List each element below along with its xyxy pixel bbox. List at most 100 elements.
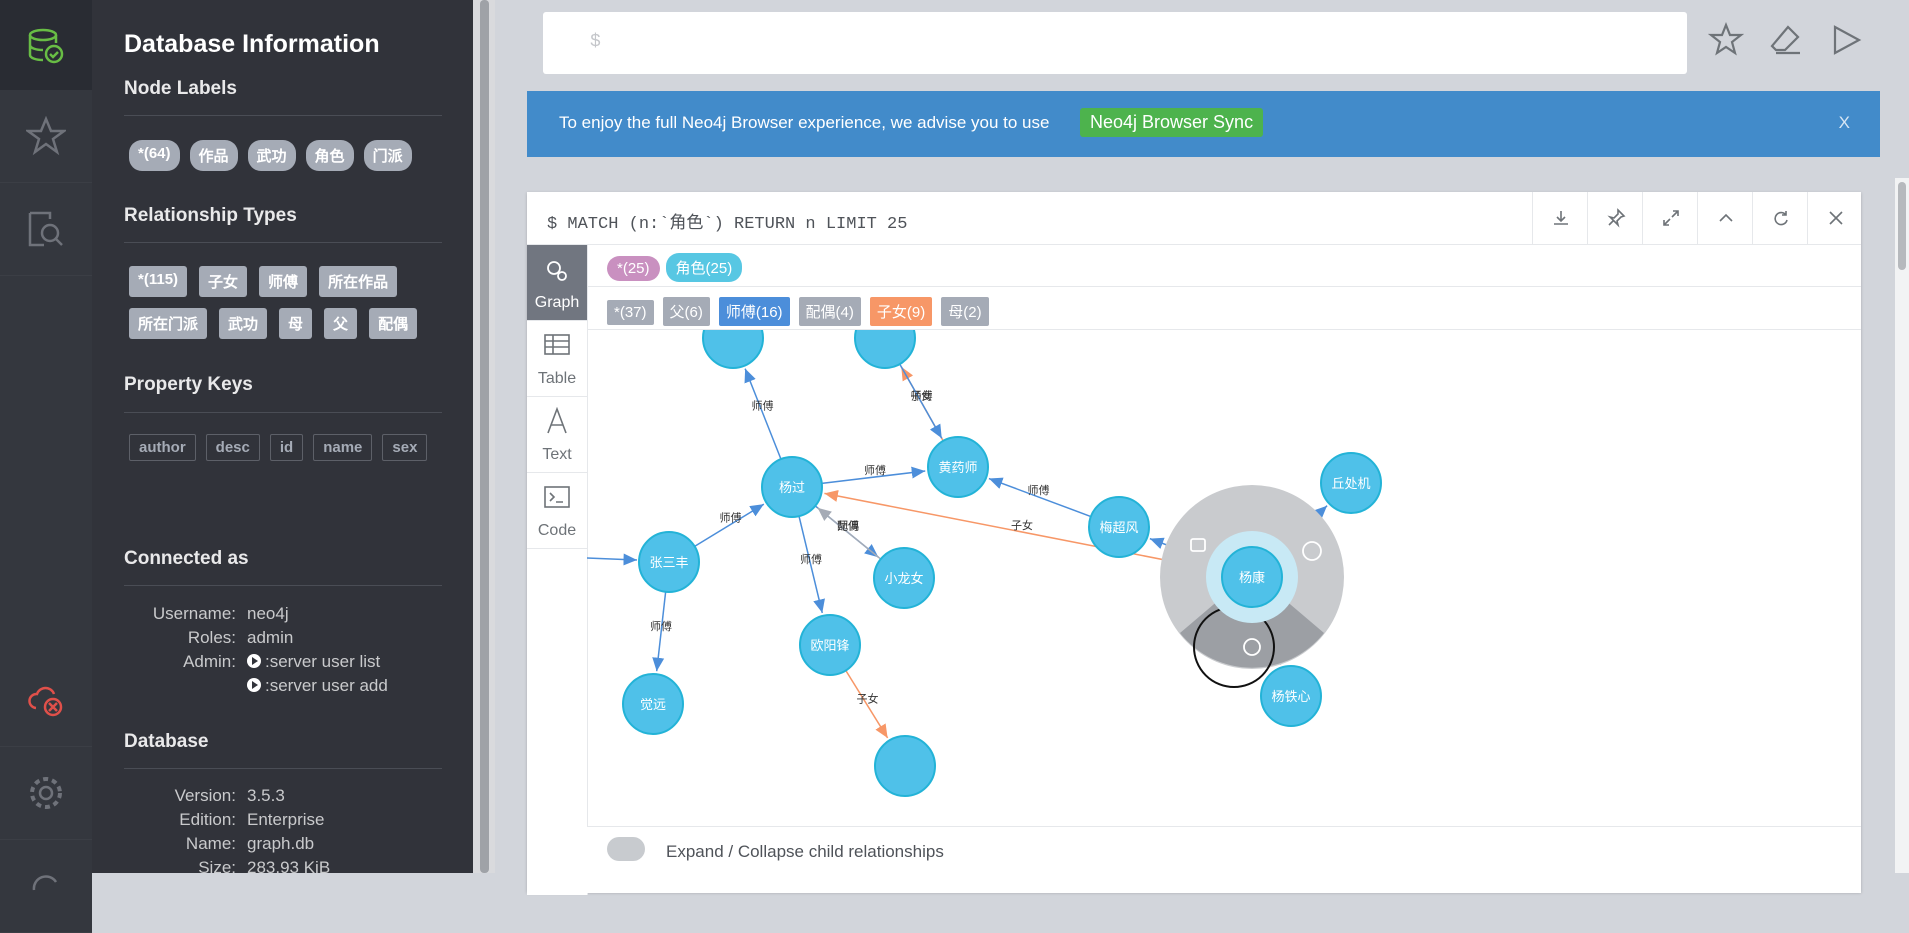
property-key-chip[interactable]: name: [313, 434, 373, 461]
edge-label: 子女: [1011, 518, 1033, 532]
close-icon[interactable]: [1807, 192, 1863, 244]
rail-spacer: [0, 276, 92, 656]
main-scrollbar[interactable]: [1895, 178, 1909, 873]
relationship-type-chip[interactable]: 配偶: [369, 308, 418, 339]
admin-label: Admin:: [183, 652, 236, 671]
relationship-type-chip[interactable]: 所在作品: [319, 266, 398, 297]
relationship-tag[interactable]: 母(2): [941, 297, 989, 326]
favorite-star-icon[interactable]: [1707, 22, 1745, 63]
scrollbar-thumb[interactable]: [480, 0, 489, 873]
property-key-chip[interactable]: author: [129, 434, 196, 461]
node-label: 丘处机: [1331, 477, 1370, 492]
server-user-add-link[interactable]: :server user add: [247, 676, 388, 696]
property-key-chip[interactable]: id: [269, 434, 304, 461]
graph-node[interactable]: [854, 330, 916, 369]
node-labels-title: Node Labels: [124, 78, 237, 99]
connected-as-title: Connected as: [124, 548, 249, 569]
graph-edge[interactable]: [817, 507, 882, 560]
edge-label: 师傅: [650, 619, 672, 633]
divider: [124, 768, 442, 769]
tab-table[interactable]: Table: [527, 321, 587, 397]
tab-code[interactable]: Code: [527, 473, 587, 549]
edge-label: 师傅: [800, 552, 822, 566]
size-label: Size:: [198, 858, 236, 873]
graph-edge[interactable]: [744, 368, 782, 460]
graph-edge[interactable]: [694, 503, 765, 548]
relationship-type-chip[interactable]: 武功: [219, 308, 268, 339]
tab-text[interactable]: Text: [527, 397, 587, 473]
browser-sync-button[interactable]: Neo4j Browser Sync: [1080, 108, 1264, 137]
node-label: 黄药师: [938, 461, 977, 476]
relationship-type-chip[interactable]: 师傅: [259, 266, 308, 297]
relationship-type-chip[interactable]: 子女: [199, 266, 248, 297]
relationship-tag[interactable]: 师傅(16): [718, 297, 790, 326]
sync-banner: To enjoy the full Neo4j Browser experien…: [527, 91, 1880, 157]
node-label-chip[interactable]: 武功: [247, 140, 296, 171]
username-value: neo4j: [247, 604, 289, 623]
roles-label: Roles:: [187, 628, 236, 647]
graph-svg[interactable]: 师傅师傅师傅师傅师傅配偶师傅师傅子女师傅父子女师傅子女师傅杨过黄药师张三丰小龙女…: [587, 330, 1861, 826]
node-label-pill[interactable]: *(25): [607, 256, 660, 281]
tab-graph[interactable]: Graph: [527, 245, 587, 321]
node-label: 觉远: [640, 698, 666, 713]
edge-label: 师傅: [752, 399, 774, 413]
pin-icon[interactable]: [1587, 192, 1643, 244]
node-label-pill[interactable]: 角色(25): [665, 253, 743, 282]
star-icon[interactable]: [0, 90, 92, 183]
database-title: Database: [124, 731, 209, 752]
tab-label: Code: [537, 522, 577, 539]
fullscreen-icon[interactable]: [1642, 192, 1698, 244]
node-label-chip[interactable]: 角色: [305, 140, 354, 171]
db-name-label: Name:: [185, 834, 236, 853]
main-area: $ To enjoy the full Neo4j Browser experi…: [495, 0, 1909, 895]
tab-label: Graph: [534, 294, 580, 311]
gear-icon[interactable]: [0, 747, 92, 840]
eraser-icon[interactable]: [1768, 22, 1804, 63]
frame-header: $ MATCH (n:`角色`) RETURN n LIMIT 25: [527, 192, 1861, 245]
edition-label: Edition:: [179, 810, 236, 829]
query-editor[interactable]: $: [543, 12, 1687, 74]
divider: [124, 115, 442, 116]
relationship-tag[interactable]: *(37): [607, 300, 654, 325]
sidebar-rail: [0, 0, 92, 933]
frame-command[interactable]: $ MATCH (n:`角色`) RETURN n LIMIT 25: [547, 208, 907, 234]
divider: [124, 412, 442, 413]
graph-node[interactable]: [702, 330, 764, 369]
node-label-chip[interactable]: *(64): [129, 140, 180, 171]
graph-node[interactable]: [874, 735, 936, 797]
server-user-list-link[interactable]: :server user list: [247, 652, 380, 672]
graph-edge[interactable]: [587, 553, 638, 566]
tab-label: Text: [542, 446, 572, 463]
scrollbar-thumb[interactable]: [1898, 182, 1906, 270]
graph-canvas[interactable]: 师傅师傅师傅师傅师傅配偶师傅师傅子女师傅父子女师傅子女师傅杨过黄药师张三丰小龙女…: [587, 330, 1861, 826]
sync-icon[interactable]: [0, 840, 92, 933]
download-icon[interactable]: [1532, 192, 1588, 244]
drawer-scrollbar[interactable]: [473, 0, 495, 873]
roles-value: admin: [247, 628, 294, 647]
relationship-type-chip[interactable]: *(115): [129, 266, 188, 297]
rerun-icon[interactable]: [1752, 192, 1808, 244]
database-details: Version: 3.5.3 Edition: Enterprise Name:…: [116, 786, 456, 873]
version-label: Version:: [174, 786, 236, 805]
cloud-disconnected-icon[interactable]: [0, 654, 92, 747]
edge-label: 配偶: [837, 520, 859, 533]
run-play-icon[interactable]: [1828, 22, 1864, 63]
search-doc-icon[interactable]: [0, 183, 92, 276]
edge-label: 师傅: [720, 511, 742, 525]
banner-close-button[interactable]: X: [1839, 113, 1850, 133]
relationship-type-chip[interactable]: 母: [279, 308, 313, 339]
db-name-value: graph.db: [247, 834, 315, 853]
relationship-type-chip[interactable]: 父: [324, 308, 358, 339]
node-label-chip[interactable]: 门派: [363, 140, 412, 171]
relationship-tag[interactable]: 父(6): [662, 297, 710, 326]
database-icon[interactable]: [0, 0, 92, 93]
property-key-chip[interactable]: sex: [382, 434, 428, 461]
relationship-type-chip[interactable]: 所在门派: [129, 308, 208, 339]
property-key-chip[interactable]: desc: [205, 434, 260, 461]
expand-icon: [607, 837, 645, 861]
relationship-tag[interactable]: 子女(9): [869, 297, 933, 326]
collapse-icon[interactable]: [1697, 192, 1753, 244]
relationship-tag[interactable]: 配偶(4): [798, 297, 861, 326]
node-label-chip[interactable]: 作品: [189, 140, 238, 171]
divider: [124, 242, 442, 243]
